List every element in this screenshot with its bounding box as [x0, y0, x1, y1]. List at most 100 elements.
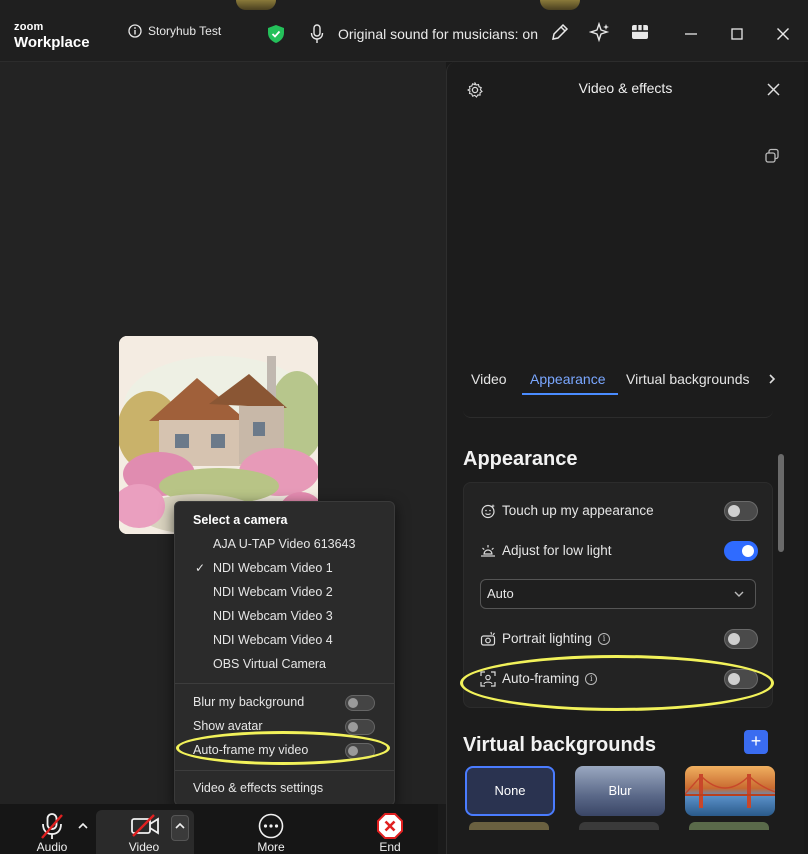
face-sparkle-icon	[480, 503, 496, 519]
option-label: Auto-frame my video	[193, 743, 309, 757]
portrait-lighting-text: Portrait lighting i	[502, 627, 611, 651]
auto-framing-toggle[interactable]	[724, 669, 758, 689]
video-muted-icon	[130, 814, 160, 838]
video-effects-panel: Video & effects Video Appearance Virtual…	[446, 62, 804, 854]
more-icon	[258, 813, 284, 839]
appearance-card: Touch up my appearance Adjust for low li…	[463, 482, 773, 708]
video-options-caret[interactable]	[171, 815, 189, 841]
audio-options-caret[interactable]	[74, 816, 92, 842]
mic-icon	[310, 24, 324, 44]
app-logo: zoom Workplace	[14, 21, 90, 51]
pencil-icon[interactable]	[550, 22, 572, 44]
menu-divider	[175, 770, 394, 771]
menu-divider	[175, 683, 394, 684]
maximize-icon[interactable]	[730, 27, 744, 41]
show-avatar-option[interactable]: Show avatar	[193, 716, 375, 736]
auto-frame-option[interactable]: Auto-frame my video	[193, 740, 375, 760]
portrait-lighting-row: Portrait lighting i	[480, 627, 758, 651]
sparkle-icon[interactable]	[589, 22, 611, 44]
tab-appearance[interactable]: Appearance	[530, 371, 606, 387]
add-background-button[interactable]: +	[744, 730, 768, 754]
video-label: Video	[128, 840, 160, 854]
background-golden-gate[interactable]	[685, 766, 775, 816]
auto-frame-toggle[interactable]	[345, 743, 375, 759]
info-icon[interactable]: i	[598, 633, 611, 646]
settings-link-label: Video & effects settings	[193, 781, 324, 795]
camera-option[interactable]: NDI Webcam Video 2	[175, 580, 394, 604]
blur-background-toggle[interactable]	[345, 695, 375, 711]
portrait-light-icon	[480, 631, 496, 647]
portrait-lighting-label: Portrait lighting	[502, 631, 593, 646]
camera-option-label: NDI Webcam Video 3	[213, 609, 333, 623]
decorative-edge	[236, 0, 276, 10]
panel-tabs: Video Appearance Virtual backgrounds	[447, 362, 787, 396]
camera-option-label: NDI Webcam Video 2	[213, 585, 333, 599]
auto-framing-text: Auto-framing i	[502, 667, 598, 691]
decorative-edge	[540, 0, 580, 10]
end-button[interactable]: End	[366, 804, 414, 854]
tab-virtual-backgrounds[interactable]: Virtual backgrounds	[626, 371, 749, 387]
video-button[interactable]: Video	[116, 804, 172, 854]
background-thumbnail-row-partial	[579, 822, 659, 830]
chevron-down-icon	[733, 580, 745, 608]
auto-frame-icon	[480, 671, 496, 687]
mic-muted-icon	[39, 812, 65, 840]
meeting-name: Storyhub Test	[148, 24, 222, 38]
low-light-row: Adjust for low light	[480, 539, 758, 563]
blur-background-option[interactable]: Blur my background	[193, 692, 375, 712]
low-light-mode-select[interactable]: Auto	[480, 579, 756, 609]
camera-menu: Select a camera AJA U-TAP Video 613643 ✓…	[174, 501, 395, 806]
meeting-info-button[interactable]: Storyhub Test	[128, 24, 221, 38]
logo-zoom-text: zoom	[14, 21, 44, 33]
close-window-icon[interactable]	[776, 27, 790, 41]
close-panel-icon[interactable]	[767, 83, 780, 96]
more-button[interactable]: More	[246, 804, 296, 854]
meeting-toolbar: Audio Video More End	[0, 804, 438, 854]
title-bar: zoom Workplace Storyhub Test Original so…	[0, 0, 808, 62]
active-tab-indicator	[522, 393, 618, 395]
background-none[interactable]: None	[465, 766, 555, 816]
low-light-label: Adjust for low light	[502, 543, 612, 558]
info-icon	[128, 24, 142, 38]
audio-button[interactable]: Audio	[26, 804, 78, 854]
tab-video[interactable]: Video	[471, 371, 507, 387]
original-sound-status[interactable]: Original sound for musicians: on	[338, 26, 538, 42]
video-effects-settings-link[interactable]: Video & effects settings	[193, 778, 375, 798]
logo-workplace-text: Workplace	[14, 34, 90, 51]
appearance-heading: Appearance	[463, 448, 578, 470]
auto-framing-label: Auto-framing	[502, 671, 580, 686]
shield-check-icon[interactable]	[268, 25, 284, 43]
portrait-lighting-toggle[interactable]	[724, 629, 758, 649]
camera-option-label: NDI Webcam Video 1	[213, 561, 333, 575]
touch-up-label: Touch up my appearance	[502, 503, 654, 518]
camera-option-label: AJA U-TAP Video 613643	[213, 537, 356, 551]
checkmark-icon: ✓	[195, 561, 206, 575]
low-light-mode-value: Auto	[487, 586, 514, 601]
background-blur[interactable]: Blur	[575, 766, 665, 816]
background-thumbnail-row-partial	[689, 822, 769, 830]
more-label: More	[257, 840, 285, 854]
auto-framing-row: Auto-framing i	[480, 667, 758, 691]
camera-option-label: OBS Virtual Camera	[213, 657, 327, 671]
camera-option[interactable]: NDI Webcam Video 3	[175, 604, 394, 628]
virtual-backgrounds-heading: Virtual backgrounds	[463, 734, 657, 756]
touch-up-row: Touch up my appearance	[480, 499, 758, 523]
popout-icon[interactable]	[764, 148, 780, 164]
audio-label: Audio	[36, 840, 68, 854]
minimize-icon[interactable]	[684, 27, 698, 41]
camera-option[interactable]: NDI Webcam Video 4	[175, 628, 394, 652]
chevron-right-icon[interactable]	[767, 373, 777, 385]
apps-icon[interactable]	[630, 22, 652, 44]
panel-scrollbar[interactable]	[778, 454, 784, 552]
info-icon[interactable]: i	[585, 673, 598, 686]
low-light-toggle[interactable]	[724, 541, 758, 561]
sun-icon	[480, 543, 496, 559]
end-icon	[377, 813, 403, 839]
previous-card-edge	[463, 406, 773, 418]
camera-option-selected[interactable]: ✓ NDI Webcam Video 1	[175, 556, 394, 580]
touch-up-toggle[interactable]	[724, 501, 758, 521]
camera-option[interactable]: AJA U-TAP Video 613643	[175, 532, 394, 556]
option-label: Blur my background	[193, 695, 305, 709]
show-avatar-toggle[interactable]	[345, 719, 375, 735]
camera-option[interactable]: OBS Virtual Camera	[175, 652, 394, 676]
